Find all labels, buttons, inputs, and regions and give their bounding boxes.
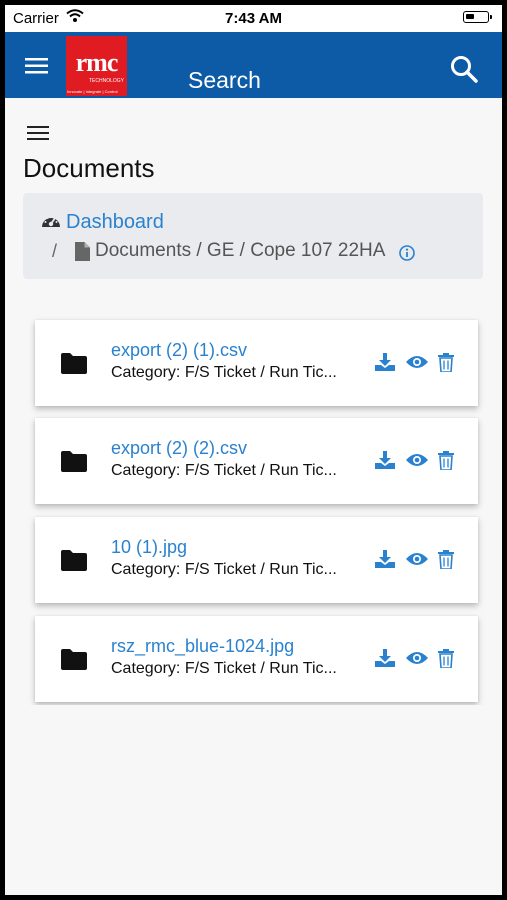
document-card[interactable]: export (2) (2).csv Category: F/S Ticket … [35,418,478,504]
menu-icon[interactable] [27,125,49,146]
battery-icon [463,11,492,23]
document-name-link[interactable]: export (2) (2).csv [111,438,247,459]
rmc-logo: rmc TECHNOLOGY Innovate | Integrate | Co… [66,36,127,96]
breadcrumb-separator: / [52,241,58,261]
download-icon[interactable] [375,550,395,573]
search-icon[interactable] [449,54,479,89]
document-card[interactable]: 10 (1).jpg Category: F/S Ticket / Run Ti… [35,517,478,603]
document-icon [75,242,90,266]
document-name-link[interactable]: export (2) (1).csv [111,340,247,361]
info-icon[interactable] [399,245,415,266]
status-bar: Carrier 7:43 AM [5,5,502,32]
app-header: rmc TECHNOLOGY Innovate | Integrate | Co… [5,32,502,98]
page-title: Documents [23,153,155,183]
folder-icon [61,353,87,379]
clock: 7:43 AM [225,10,282,27]
breadcrumb-path: Documents / GE / Cope 107 22HA [95,240,386,261]
dashboard-icon [41,213,61,235]
menu-icon[interactable] [25,57,49,80]
list-clip-area [5,705,502,895]
download-icon[interactable] [375,451,395,474]
document-name-link[interactable]: 10 (1).jpg [111,537,187,558]
breadcrumb-dashboard-link[interactable]: Dashboard [66,211,164,234]
eye-icon[interactable] [406,651,428,670]
document-category: Category: F/S Ticket / Run Tic... [111,462,337,479]
download-icon[interactable] [375,649,395,672]
document-name-link[interactable]: rsz_rmc_blue-1024.jpg [111,636,294,657]
trash-icon[interactable] [438,353,454,377]
folder-icon [61,550,87,576]
eye-icon[interactable] [406,355,428,374]
phone-screen: Carrier 7:43 AM rmc TECHNOLOGY Innovate … [5,5,502,895]
eye-icon[interactable] [406,453,428,472]
search-title[interactable]: Search [188,67,261,94]
document-card[interactable]: rsz_rmc_blue-1024.jpg Category: F/S Tick… [35,616,478,702]
breadcrumb: Dashboard / Documents / GE / Cope 107 22… [23,193,483,279]
eye-icon[interactable] [406,552,428,571]
folder-icon [61,649,87,675]
document-category: Category: F/S Ticket / Run Tic... [111,660,337,677]
document-category: Category: F/S Ticket / Run Tic... [111,561,337,578]
trash-icon[interactable] [438,649,454,673]
trash-icon[interactable] [438,451,454,475]
document-card[interactable]: export (2) (1).csv Category: F/S Ticket … [35,320,478,406]
document-category: Category: F/S Ticket / Run Tic... [111,364,337,381]
folder-icon [61,451,87,477]
download-icon[interactable] [375,353,395,376]
trash-icon[interactable] [438,550,454,574]
